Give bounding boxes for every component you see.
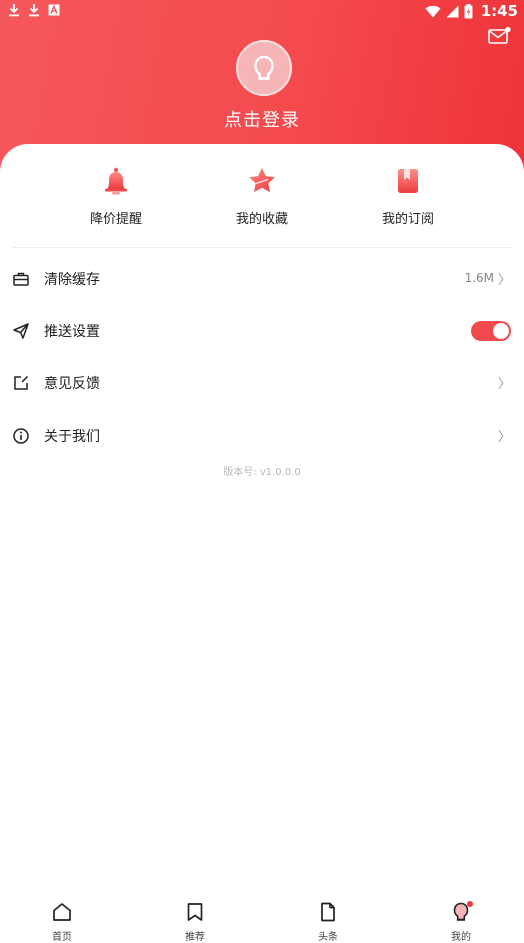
bottom-nav: 首页 推荐 头条 我的 xyxy=(0,892,524,943)
star-icon xyxy=(249,168,275,193)
quick-label: 我的订阅 xyxy=(381,212,434,227)
avatar[interactable] xyxy=(236,40,292,96)
quick-actions: 降价提醒 我的收藏 我的订阅 xyxy=(0,160,524,240)
quick-subscriptions[interactable]: 我的订阅 xyxy=(348,160,468,227)
briefcase-icon xyxy=(13,272,29,286)
menu-about[interactable]: 关于我们 〉 xyxy=(0,410,524,462)
clock: 1:45 xyxy=(480,2,518,20)
wifi-icon xyxy=(425,5,441,17)
user-avatar-icon xyxy=(254,55,274,80)
bookmark-outline-icon xyxy=(187,903,203,921)
toggle-knob xyxy=(493,323,509,339)
document-icon xyxy=(321,902,335,922)
signal-icon xyxy=(446,5,459,17)
version-text: 版本号: v1.0.0.0 xyxy=(223,467,301,478)
message-button[interactable] xyxy=(488,26,512,46)
download-icon xyxy=(29,4,39,17)
send-icon xyxy=(13,323,29,339)
app-a-icon xyxy=(48,4,60,16)
chevron-right-icon: 〉 xyxy=(497,273,511,288)
battery-icon xyxy=(464,3,473,18)
nav-headlines[interactable]: 头条 xyxy=(298,900,358,943)
push-toggle[interactable] xyxy=(471,321,511,341)
quick-label: 我的收藏 xyxy=(235,212,288,227)
quick-favorites[interactable]: 我的收藏 xyxy=(202,160,322,227)
mail-icon xyxy=(488,26,511,44)
chevron-right-icon: 〉 xyxy=(497,430,511,445)
notification-dot xyxy=(467,901,473,907)
menu-feedback[interactable]: 意见反馈 〉 xyxy=(0,357,524,409)
info-icon xyxy=(13,428,29,444)
menu-label: 推送设置 xyxy=(44,324,100,340)
section-divider xyxy=(12,247,512,248)
login-prompt[interactable]: 点击登录 xyxy=(0,106,524,132)
status-bar: 1:45 xyxy=(0,0,524,22)
menu-clear-cache[interactable]: 清除缓存 1.6M 〉 xyxy=(0,253,524,305)
download-icon xyxy=(9,4,19,17)
menu-push-settings: 推送设置 xyxy=(0,305,524,357)
quick-price-alert[interactable]: 降价提醒 xyxy=(56,160,176,227)
cache-size: 1.6M xyxy=(464,271,494,285)
chevron-right-icon: 〉 xyxy=(497,377,511,392)
bell-icon xyxy=(105,167,127,195)
bookmark-icon xyxy=(398,169,418,193)
edit-icon xyxy=(14,375,29,390)
quick-label: 降价提醒 xyxy=(89,212,142,227)
menu-label: 清除缓存 xyxy=(44,272,100,288)
nav-home[interactable]: 首页 xyxy=(32,900,92,943)
menu-label: 关于我们 xyxy=(44,429,100,445)
menu-label: 意见反馈 xyxy=(44,376,100,392)
nav-recommend[interactable]: 推荐 xyxy=(165,900,225,943)
nav-mine[interactable]: 我的 xyxy=(431,900,491,943)
home-icon xyxy=(53,903,71,921)
